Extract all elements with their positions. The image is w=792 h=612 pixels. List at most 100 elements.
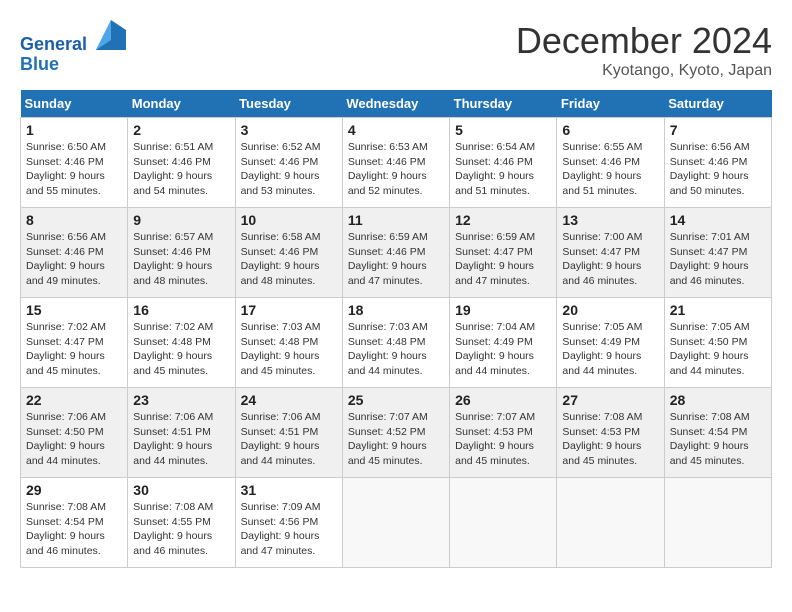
day-number: 6	[562, 122, 658, 138]
calendar-cell: 18 Sunrise: 7:03 AM Sunset: 4:48 PM Dayli…	[342, 298, 449, 388]
day-info: Sunrise: 6:51 AM Sunset: 4:46 PM Dayligh…	[133, 140, 229, 199]
calendar-cell: 5 Sunrise: 6:54 AM Sunset: 4:46 PM Daylig…	[450, 118, 557, 208]
calendar-cell: 16 Sunrise: 7:02 AM Sunset: 4:48 PM Dayli…	[128, 298, 235, 388]
day-number: 28	[670, 392, 766, 408]
calendar-cell: 4 Sunrise: 6:53 AM Sunset: 4:46 PM Daylig…	[342, 118, 449, 208]
day-number: 3	[241, 122, 337, 138]
day-number: 29	[26, 482, 122, 498]
day-info: Sunrise: 7:08 AM Sunset: 4:54 PM Dayligh…	[670, 410, 766, 469]
day-info: Sunrise: 6:53 AM Sunset: 4:46 PM Dayligh…	[348, 140, 444, 199]
day-number: 24	[241, 392, 337, 408]
day-info: Sunrise: 7:07 AM Sunset: 4:52 PM Dayligh…	[348, 410, 444, 469]
calendar-cell	[342, 478, 449, 568]
calendar-cell: 21 Sunrise: 7:05 AM Sunset: 4:50 PM Dayli…	[664, 298, 771, 388]
calendar-cell: 15 Sunrise: 7:02 AM Sunset: 4:47 PM Dayli…	[21, 298, 128, 388]
weekday-header-tuesday: Tuesday	[235, 90, 342, 118]
day-number: 9	[133, 212, 229, 228]
day-number: 31	[241, 482, 337, 498]
day-number: 11	[348, 212, 444, 228]
weekday-header-wednesday: Wednesday	[342, 90, 449, 118]
calendar-cell: 25Sunrise: 7:07 AM Sunset: 4:52 PM Dayli…	[342, 388, 449, 478]
day-number: 7	[670, 122, 766, 138]
weekday-header-saturday: Saturday	[664, 90, 771, 118]
calendar-cell: 8 Sunrise: 6:56 AM Sunset: 4:46 PM Daylig…	[21, 208, 128, 298]
day-number: 17	[241, 302, 337, 318]
day-info: Sunrise: 7:06 AM Sunset: 4:50 PM Dayligh…	[26, 410, 122, 469]
day-number: 22	[26, 392, 122, 408]
calendar-cell: 1Sunrise: 6:50 AM Sunset: 4:46 PM Daylig…	[21, 118, 128, 208]
calendar-cell: 24 Sunrise: 7:06 AM Sunset: 4:51 PM Dayli…	[235, 388, 342, 478]
calendar-cell: 26Sunrise: 7:07 AM Sunset: 4:53 PM Dayli…	[450, 388, 557, 478]
calendar-cell: 20 Sunrise: 7:05 AM Sunset: 4:49 PM Dayli…	[557, 298, 664, 388]
day-info: Sunrise: 6:56 AM Sunset: 4:46 PM Dayligh…	[26, 230, 122, 289]
day-info: Sunrise: 6:54 AM Sunset: 4:46 PM Dayligh…	[455, 140, 551, 199]
day-number: 23	[133, 392, 229, 408]
day-number: 26	[455, 392, 551, 408]
day-info: Sunrise: 7:03 AM Sunset: 4:48 PM Dayligh…	[348, 320, 444, 379]
day-number: 5	[455, 122, 551, 138]
day-info: Sunrise: 6:50 AM Sunset: 4:46 PM Dayligh…	[26, 140, 122, 199]
calendar-cell: 19Sunrise: 7:04 AM Sunset: 4:49 PM Dayli…	[450, 298, 557, 388]
day-number: 21	[670, 302, 766, 318]
day-number: 14	[670, 212, 766, 228]
day-info: Sunrise: 7:05 AM Sunset: 4:49 PM Dayligh…	[562, 320, 658, 379]
calendar-cell: 31Sunrise: 7:09 AM Sunset: 4:56 PM Dayli…	[235, 478, 342, 568]
month-title: December 2024	[516, 20, 772, 62]
calendar-cell: 14Sunrise: 7:01 AM Sunset: 4:47 PM Dayli…	[664, 208, 771, 298]
weekday-header-friday: Friday	[557, 90, 664, 118]
logo-blue: Blue	[20, 54, 59, 74]
calendar-cell: 30 Sunrise: 7:08 AM Sunset: 4:55 PM Dayli…	[128, 478, 235, 568]
day-number: 18	[348, 302, 444, 318]
calendar-cell: 27 Sunrise: 7:08 AM Sunset: 4:53 PM Dayli…	[557, 388, 664, 478]
location: Kyotango, Kyoto, Japan	[516, 62, 772, 80]
calendar-cell: 9 Sunrise: 6:57 AM Sunset: 4:46 PM Daylig…	[128, 208, 235, 298]
calendar-week-1: 1Sunrise: 6:50 AM Sunset: 4:46 PM Daylig…	[21, 118, 772, 208]
calendar-cell: 2 Sunrise: 6:51 AM Sunset: 4:46 PM Daylig…	[128, 118, 235, 208]
day-number: 15	[26, 302, 122, 318]
calendar-cell: 3Sunrise: 6:52 AM Sunset: 4:46 PM Daylig…	[235, 118, 342, 208]
calendar-cell: 29 Sunrise: 7:08 AM Sunset: 4:54 PM Dayli…	[21, 478, 128, 568]
calendar-cell: 10Sunrise: 6:58 AM Sunset: 4:46 PM Dayli…	[235, 208, 342, 298]
calendar-table: SundayMondayTuesdayWednesdayThursdayFrid…	[20, 90, 772, 568]
day-info: Sunrise: 7:08 AM Sunset: 4:55 PM Dayligh…	[133, 500, 229, 559]
logo-general: General	[20, 34, 87, 54]
weekday-header-monday: Monday	[128, 90, 235, 118]
day-number: 4	[348, 122, 444, 138]
day-number: 30	[133, 482, 229, 498]
calendar-cell	[664, 478, 771, 568]
calendar-week-4: 22 Sunrise: 7:06 AM Sunset: 4:50 PM Dayli…	[21, 388, 772, 478]
calendar-cell: 13Sunrise: 7:00 AM Sunset: 4:47 PM Dayli…	[557, 208, 664, 298]
day-info: Sunrise: 7:06 AM Sunset: 4:51 PM Dayligh…	[241, 410, 337, 469]
day-info: Sunrise: 6:59 AM Sunset: 4:47 PM Dayligh…	[455, 230, 551, 289]
day-info: Sunrise: 7:08 AM Sunset: 4:53 PM Dayligh…	[562, 410, 658, 469]
day-info: Sunrise: 6:55 AM Sunset: 4:46 PM Dayligh…	[562, 140, 658, 199]
day-number: 2	[133, 122, 229, 138]
day-number: 19	[455, 302, 551, 318]
day-number: 8	[26, 212, 122, 228]
day-info: Sunrise: 6:57 AM Sunset: 4:46 PM Dayligh…	[133, 230, 229, 289]
day-number: 27	[562, 392, 658, 408]
calendar-cell: 28 Sunrise: 7:08 AM Sunset: 4:54 PM Dayli…	[664, 388, 771, 478]
weekday-header-thursday: Thursday	[450, 90, 557, 118]
weekday-header-row: SundayMondayTuesdayWednesdayThursdayFrid…	[21, 90, 772, 118]
day-info: Sunrise: 7:05 AM Sunset: 4:50 PM Dayligh…	[670, 320, 766, 379]
calendar-cell: 6 Sunrise: 6:55 AM Sunset: 4:46 PM Daylig…	[557, 118, 664, 208]
weekday-header-sunday: Sunday	[21, 90, 128, 118]
day-info: Sunrise: 7:02 AM Sunset: 4:48 PM Dayligh…	[133, 320, 229, 379]
day-number: 20	[562, 302, 658, 318]
calendar-cell: 23 Sunrise: 7:06 AM Sunset: 4:51 PM Dayli…	[128, 388, 235, 478]
logo: General Blue	[20, 20, 126, 75]
day-info: Sunrise: 6:58 AM Sunset: 4:46 PM Dayligh…	[241, 230, 337, 289]
day-info: Sunrise: 7:02 AM Sunset: 4:47 PM Dayligh…	[26, 320, 122, 379]
page-header: General Blue December 2024 Kyotango, Kyo…	[20, 20, 772, 80]
calendar-week-5: 29 Sunrise: 7:08 AM Sunset: 4:54 PM Dayli…	[21, 478, 772, 568]
calendar-cell: 12 Sunrise: 6:59 AM Sunset: 4:47 PM Dayli…	[450, 208, 557, 298]
calendar-cell	[557, 478, 664, 568]
day-info: Sunrise: 7:08 AM Sunset: 4:54 PM Dayligh…	[26, 500, 122, 559]
calendar-cell: 17Sunrise: 7:03 AM Sunset: 4:48 PM Dayli…	[235, 298, 342, 388]
calendar-cell: 11Sunrise: 6:59 AM Sunset: 4:46 PM Dayli…	[342, 208, 449, 298]
day-info: Sunrise: 7:06 AM Sunset: 4:51 PM Dayligh…	[133, 410, 229, 469]
day-number: 12	[455, 212, 551, 228]
day-number: 16	[133, 302, 229, 318]
calendar-body: 1Sunrise: 6:50 AM Sunset: 4:46 PM Daylig…	[21, 118, 772, 568]
